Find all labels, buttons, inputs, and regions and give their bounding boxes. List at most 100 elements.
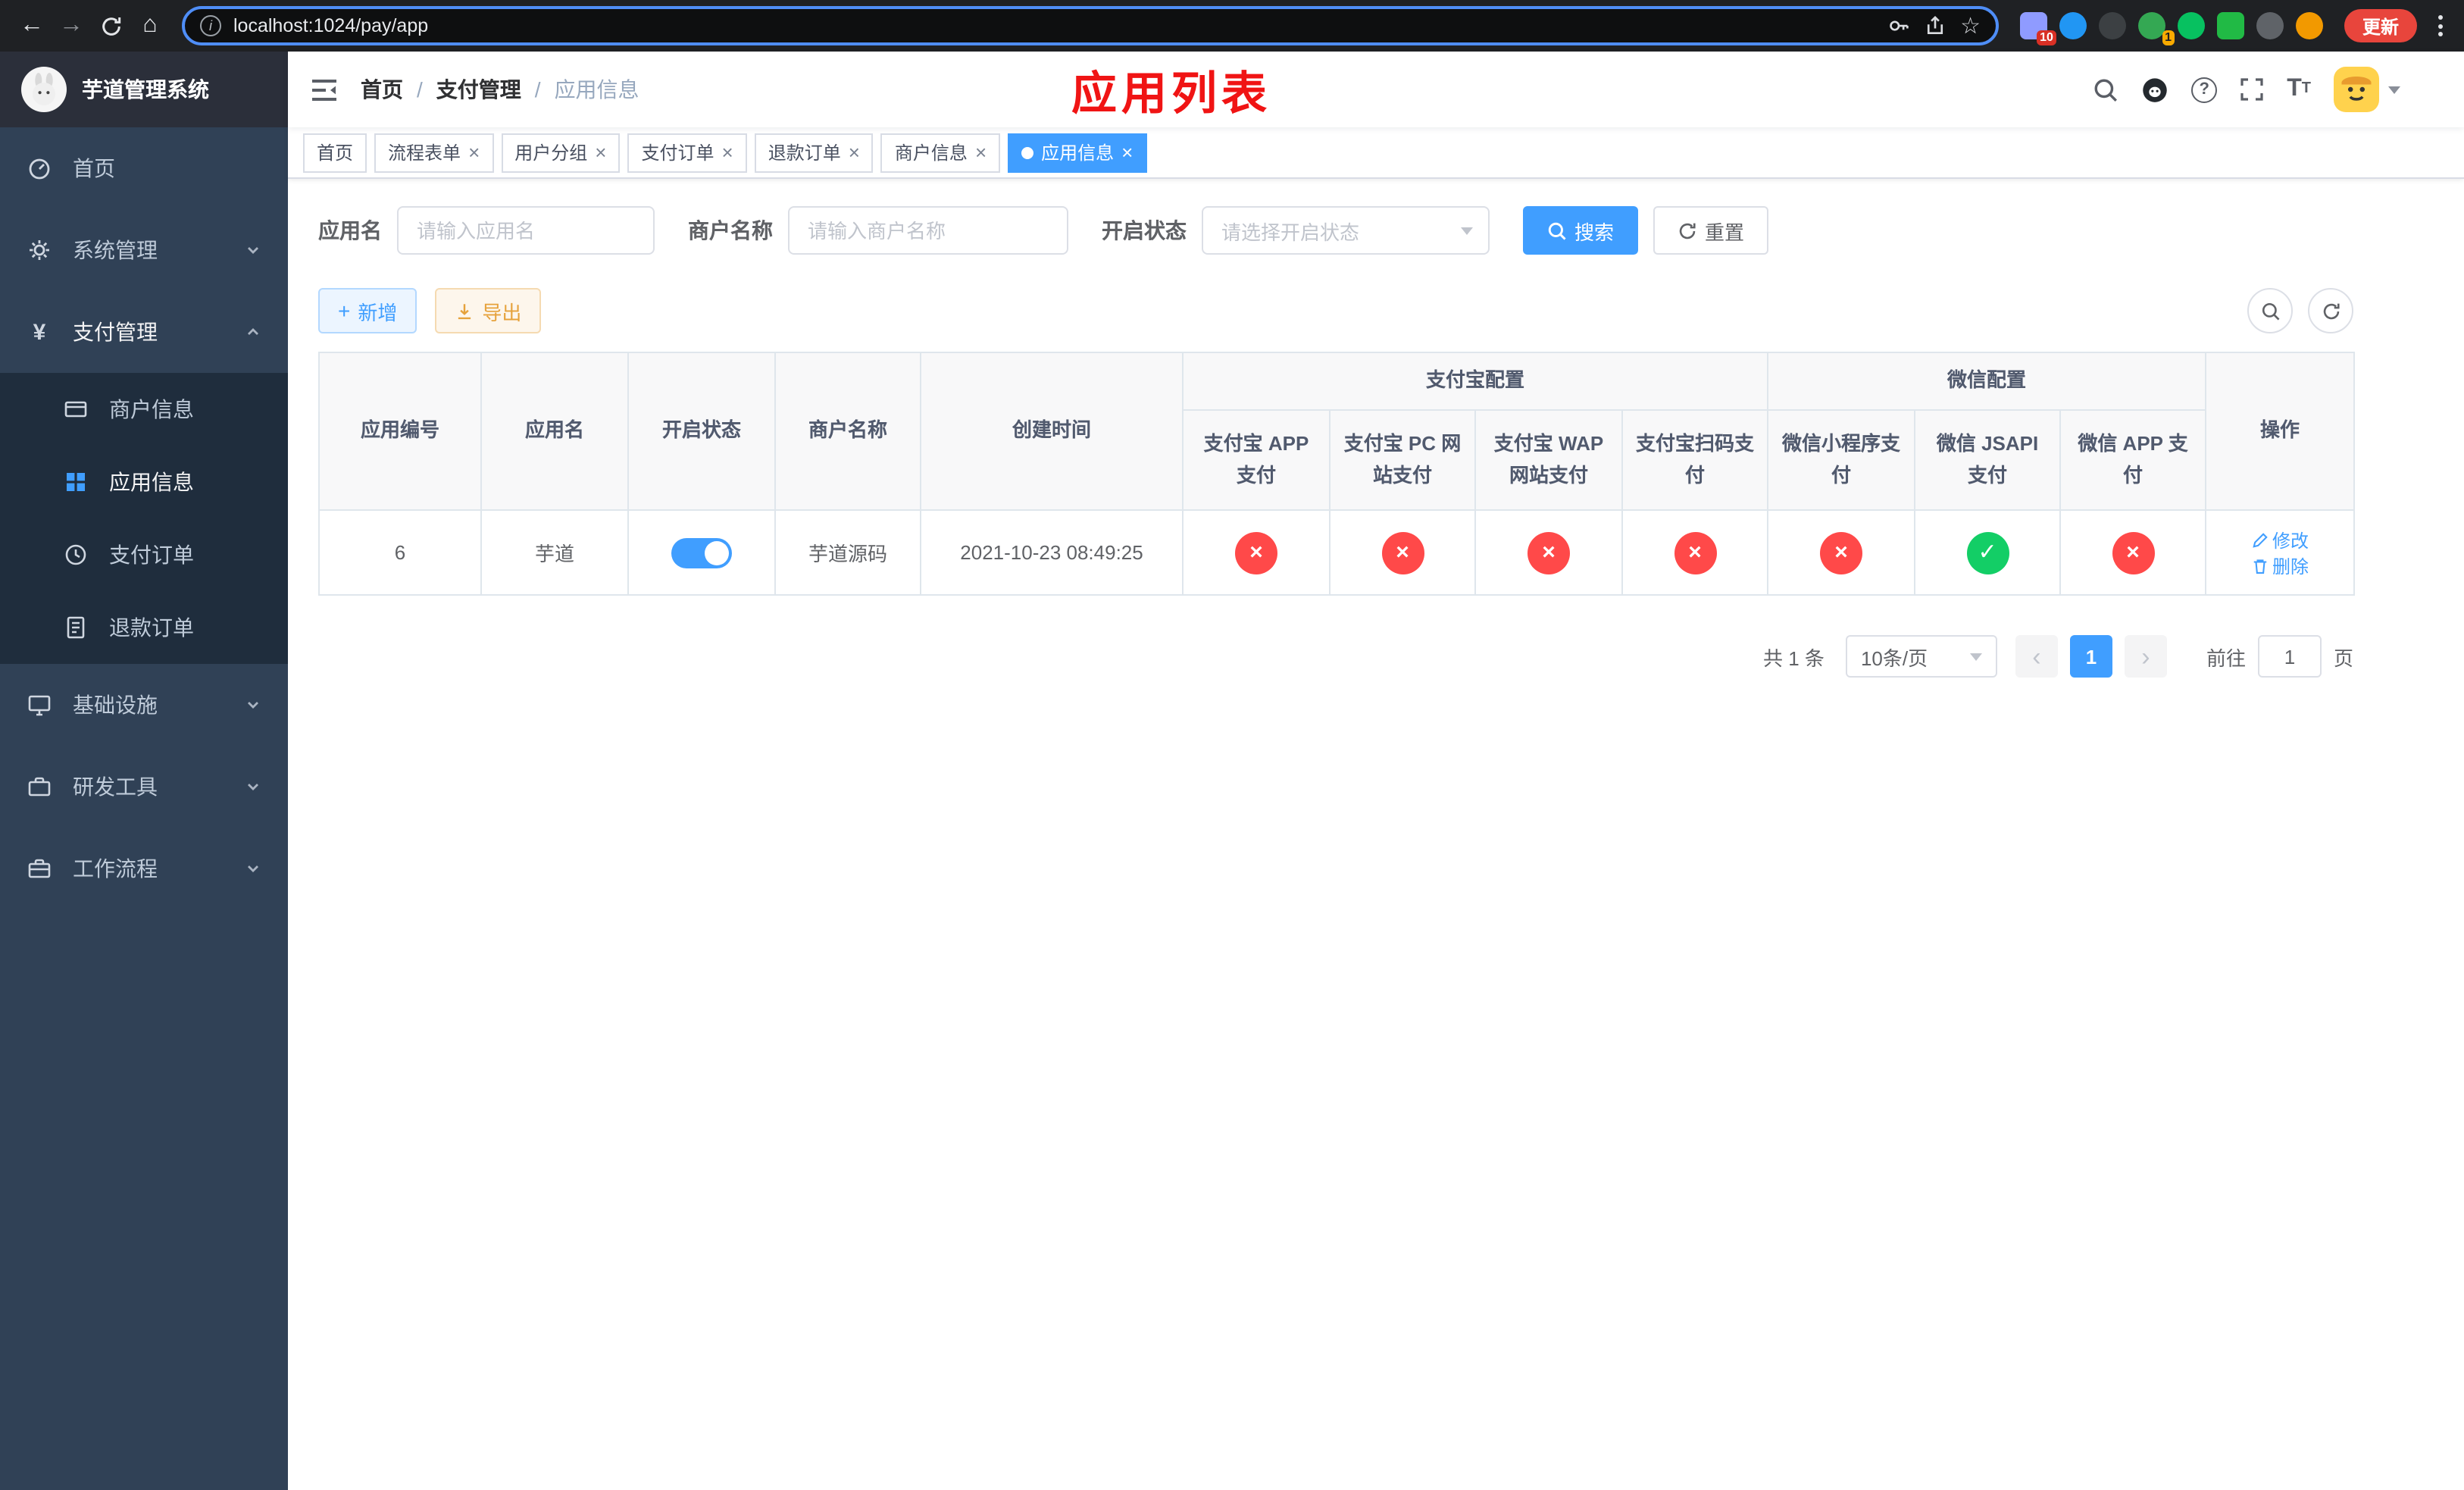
edit-icon [2252,532,2267,547]
forward-button[interactable]: → [52,6,91,45]
password-key-icon[interactable] [1887,15,1909,36]
add-button[interactable]: + 新增 [318,288,417,333]
bookmark-star-icon[interactable]: ☆ [1960,14,1981,37]
alipay-pc-status-icon[interactable]: × [1381,531,1424,574]
url-text[interactable]: localhost:1024/pay/app [233,15,1875,36]
wx-jsapi-status-icon[interactable]: ✓ [1966,531,2009,574]
sidebar-subitem-app-info[interactable]: 应用信息 [0,446,288,518]
extension-drop-icon[interactable] [2059,12,2087,39]
delete-link[interactable]: 删除 [2251,552,2309,578]
close-icon[interactable]: × [722,142,733,162]
page-size-select[interactable]: 10条/页 [1845,635,1997,678]
sidebar-item-payment[interactable]: ¥ 支付管理 [0,291,288,373]
close-icon[interactable]: × [1121,142,1133,162]
wx-lite-status-icon[interactable]: × [1820,531,1863,574]
tab-user-group[interactable]: 用户分组 × [501,133,621,172]
github-icon[interactable] [2141,76,2169,103]
sidebar-item-home[interactable]: 首页 [0,127,288,209]
user-avatar-menu[interactable] [2334,67,2400,112]
browser-profile-avatar[interactable] [2295,12,2323,39]
status-select[interactable]: 请选择开启状态 [1202,206,1490,255]
sidebar-subitem-merchant-info[interactable]: 商户信息 [0,373,288,446]
app-name-input[interactable] [397,206,655,255]
fullscreen-icon[interactable] [2240,77,2264,102]
cell-app-name: 芋道 [480,509,629,596]
alipay-qr-status-icon[interactable]: × [1674,531,1716,574]
address-bar[interactable]: i localhost:1024/pay/app ☆ [182,6,1999,45]
goto-page-input[interactable] [2257,635,2322,678]
reload-button[interactable] [91,6,130,45]
extensions-pin-icon[interactable] [2256,12,2284,39]
export-button[interactable]: 导出 [435,288,542,333]
chevron-down-icon [245,779,261,794]
status-toggle[interactable] [671,537,732,568]
sidebar-item-infra[interactable]: 基础设施 [0,664,288,746]
tab-process-form[interactable]: 流程表单 × [374,133,494,172]
breadcrumb-item[interactable]: 首页 [361,74,403,105]
gear-icon [27,238,52,262]
home-button[interactable]: ⌂ [130,6,170,45]
sidebar-item-devtools[interactable]: 研发工具 [0,746,288,828]
col-wx-app: 微信 APP 支付 [2059,409,2207,511]
pagination: 共 1 条 10条/页 ‹ 1 › 前往 页 [318,635,2353,678]
site-info-icon[interactable]: i [200,15,221,36]
edit-link[interactable]: 修改 [2251,527,2309,552]
page-number-1[interactable]: 1 [2069,635,2112,678]
share-icon[interactable] [1924,15,1945,36]
merchant-name-input[interactable] [788,206,1068,255]
prev-page-button[interactable]: ‹ [2015,635,2058,678]
extension-grid-icon[interactable]: 10 [2019,12,2056,45]
search-button[interactable]: 搜索 [1523,206,1639,255]
search-icon[interactable] [2093,77,2118,102]
extension-dark-icon[interactable] [2098,12,2126,39]
close-icon[interactable]: × [849,142,860,162]
alipay-app-status-icon[interactable]: × [1235,531,1277,574]
sidebar-item-label: 首页 [73,156,115,180]
tab-app-info[interactable]: 应用信息 × [1008,133,1147,172]
col-created: 创建时间 [920,352,1184,511]
reload-icon [102,17,120,35]
next-page-button[interactable]: › [2124,635,2167,678]
table-row: 6 芋道 芋道源码 2021-10-23 08:49:25 × × × × × [318,509,2356,596]
sidebar-subitem-refund-order[interactable]: 退款订单 [0,591,288,664]
reset-button[interactable]: 重置 [1653,206,1769,255]
hide-search-button[interactable] [2247,288,2293,333]
help-icon[interactable]: ? [2191,77,2218,102]
tab-merchant-info[interactable]: 商户信息 × [880,133,1001,172]
col-alipay-qr: 支付宝扫码支付 [1621,409,1769,511]
tags-view-bar: 首页 流程表单 × 用户分组 × 支付订单 × 退款订单 × 商户信息 × 应用信息 × [288,127,2464,179]
refresh-icon [2322,302,2339,319]
chevron-down-icon [245,697,261,712]
tab-refund-order[interactable]: 退款订单 × [754,133,874,172]
extension-wechat-icon[interactable] [2177,12,2205,39]
search-icon [1548,221,1566,239]
close-icon[interactable]: × [595,142,606,162]
plus-icon: + [338,299,351,323]
sidebar-item-workflow[interactable]: 工作流程 [0,828,288,909]
pagination-total: 共 1 条 [1763,646,1825,669]
refresh-button[interactable] [2308,288,2353,333]
sidebar-item-label: 支付管理 [73,320,158,344]
app-title: 芋道管理系统 [82,77,209,102]
tab-home[interactable]: 首页 [303,133,367,172]
browser-update-button[interactable]: 更新 [2344,9,2417,42]
font-size-icon[interactable]: TT [2287,77,2311,102]
sidebar-subitem-payment-order[interactable]: 支付订单 [0,518,288,591]
sidebar-item-system[interactable]: 系统管理 [0,209,288,291]
cell-app-id: 6 [318,509,482,596]
close-icon[interactable]: × [975,142,987,162]
sidebar-toggle-button[interactable] [288,52,361,127]
alipay-wap-status-icon[interactable]: × [1527,531,1570,574]
yen-icon: ¥ [33,319,46,345]
app-logo[interactable]: 芋道管理系统 [0,52,288,127]
breadcrumb-item[interactable]: 支付管理 [436,74,521,105]
browser-menu-button[interactable] [2429,9,2452,42]
extension-badge: 1 [2162,30,2175,45]
monitor-icon [27,693,52,717]
close-icon[interactable]: × [468,142,480,162]
back-button[interactable]: ← [12,6,52,45]
wx-app-status-icon[interactable]: × [2112,531,2155,574]
extension-chat-icon[interactable] [2216,12,2244,39]
tab-payment-order[interactable]: 支付订单 × [627,133,747,172]
extension-green-icon[interactable]: 1 [2137,12,2175,45]
